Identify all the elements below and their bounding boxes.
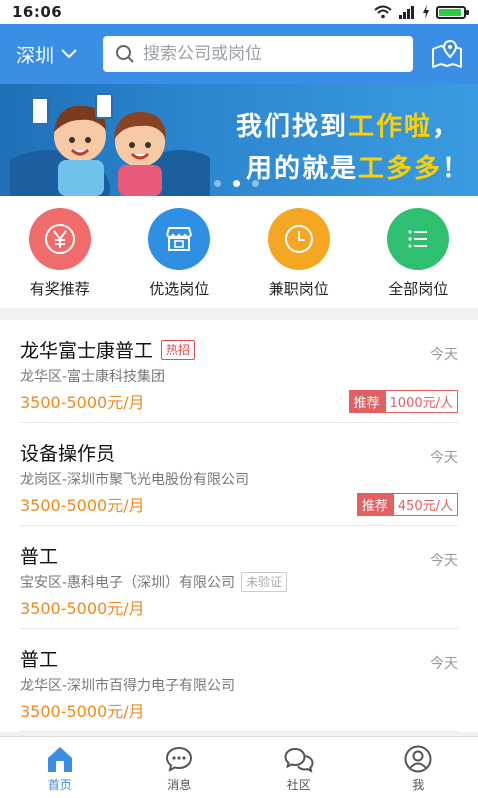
wifi-icon — [374, 5, 392, 19]
category-rewarded-referral[interactable]: 有奖推荐 — [0, 196, 120, 308]
job-title: 设备操作员 — [20, 443, 116, 465]
category-label: 优选岗位 — [149, 280, 210, 298]
unverified-badge: 未验证 — [241, 572, 288, 592]
chevron-down-icon — [61, 49, 77, 59]
search-bar[interactable] — [103, 36, 413, 72]
job-date: 今天 — [430, 553, 458, 569]
signal-icon — [399, 6, 414, 19]
list-icon — [408, 230, 428, 248]
category-label: 兼职岗位 — [268, 280, 329, 298]
nav-messages[interactable]: 消息 — [120, 737, 240, 798]
bottom-nav: 首页 消息 社区 我 — [0, 736, 478, 798]
job-date: 今天 — [430, 347, 458, 363]
referral-reward: 推荐 1000元/人 — [348, 390, 458, 413]
job-title-row: 普工 — [20, 645, 58, 672]
banner-pagination — [214, 180, 259, 187]
job-item[interactable]: 龙华富士康普工 热招 今天 龙华区-富士康科技集团 3500-5000元/月 推… — [20, 320, 458, 423]
job-salary: 3500-5000元/月 — [20, 393, 145, 412]
nav-community[interactable]: 社区 — [239, 737, 359, 798]
nav-home[interactable]: 首页 — [0, 737, 120, 798]
job-title-row: 设备操作员 — [20, 439, 115, 466]
category-part-time-jobs[interactable]: 兼职岗位 — [239, 196, 359, 308]
status-time: 16:06 — [12, 3, 63, 21]
yen-icon — [44, 224, 75, 254]
job-title-row: 普工 — [20, 542, 58, 569]
community-icon — [284, 747, 314, 773]
search-input[interactable] — [143, 44, 403, 64]
battery-icon — [436, 5, 469, 19]
job-title: 普工 — [20, 546, 59, 568]
charging-icon — [423, 5, 429, 19]
reward-amount: 1000元/人 — [384, 390, 458, 413]
job-title-row: 龙华富士康普工 热招 — [20, 336, 196, 363]
status-icons — [374, 5, 469, 19]
banner-illustration — [10, 93, 210, 196]
category-grid: 有奖推荐 优选岗位 兼职岗位 全部岗位 — [0, 196, 478, 308]
job-item[interactable]: 普工 今天 宝安区-惠科电子（深圳）有限公司 未验证 3500-5000元/月 — [20, 526, 458, 629]
nav-label: 社区 — [286, 778, 311, 792]
hot-badge: 热招 — [161, 339, 196, 360]
profile-icon — [404, 745, 432, 773]
city-label: 深圳 — [16, 44, 55, 67]
nav-profile[interactable]: 我 — [359, 737, 478, 798]
map-location-icon — [432, 39, 462, 68]
shop-icon — [166, 227, 193, 251]
banner-dot[interactable] — [233, 180, 240, 187]
home-icon — [47, 747, 72, 772]
job-title: 龙华富士康普工 — [20, 340, 154, 362]
promo-banner[interactable]: 我们找到工作啦， 用的就是工多多！ — [0, 84, 478, 196]
category-preferred-jobs[interactable]: 优选岗位 — [120, 196, 240, 308]
top-bar: 深圳 — [0, 24, 478, 84]
banner-line-1: 我们找到工作啦， — [236, 112, 461, 142]
job-company: 龙华区-富士康科技集团 — [20, 369, 166, 385]
category-icon-bg — [148, 208, 211, 270]
job-company: 龙岗区-深圳市聚飞光电股份有限公司 — [20, 472, 250, 488]
category-icon-bg — [267, 208, 330, 270]
job-date: 今天 — [430, 450, 458, 466]
nav-label: 首页 — [47, 778, 72, 792]
banner-line-2: 用的就是工多多！ — [246, 154, 471, 184]
city-selector[interactable]: 深圳 — [16, 41, 96, 68]
job-salary: 3500-5000元/月 — [20, 599, 145, 618]
search-icon — [116, 45, 134, 63]
reward-label: 推荐 — [348, 390, 385, 413]
job-salary: 3500-5000元/月 — [20, 702, 145, 721]
job-company: 龙华区-深圳市百得力电子有限公司 — [20, 678, 236, 694]
category-all-jobs[interactable]: 全部岗位 — [359, 196, 478, 308]
category-label: 有奖推荐 — [29, 280, 90, 298]
job-title: 普工 — [20, 649, 59, 671]
app-screen: 16:06 深圳 搜索公司或岗位 我们找到工作啦， 用的就是工多多！ 有奖推荐 … — [0, 0, 478, 798]
nav-label: 我 — [412, 778, 425, 792]
banner-dot[interactable] — [252, 180, 259, 187]
banner-dot[interactable] — [214, 180, 221, 187]
category-icon-bg — [387, 208, 450, 270]
reward-amount: 450元/人 — [392, 493, 458, 516]
message-icon — [166, 746, 193, 772]
job-list: 龙华富士康普工 热招 今天 龙华区-富士康科技集团 3500-5000元/月 推… — [0, 320, 478, 732]
job-salary: 3500-5000元/月 — [20, 496, 145, 515]
job-item[interactable]: 普工 今天 龙华区-深圳市百得力电子有限公司 3500-5000元/月 — [20, 629, 458, 732]
job-company: 宝安区-惠科电子（深圳）有限公司 未验证 — [20, 572, 288, 592]
category-label: 全部岗位 — [388, 280, 449, 298]
category-icon-bg — [28, 208, 91, 270]
nav-label: 消息 — [167, 778, 192, 792]
reward-label: 推荐 — [356, 493, 393, 516]
status-bar: 16:06 — [0, 0, 478, 24]
clock-icon — [284, 225, 313, 253]
job-date: 今天 — [430, 656, 458, 672]
job-item[interactable]: 设备操作员 今天 龙岗区-深圳市聚飞光电股份有限公司 3500-5000元/月 … — [20, 423, 458, 526]
map-button[interactable] — [430, 37, 464, 71]
referral-reward: 推荐 450元/人 — [356, 493, 458, 516]
